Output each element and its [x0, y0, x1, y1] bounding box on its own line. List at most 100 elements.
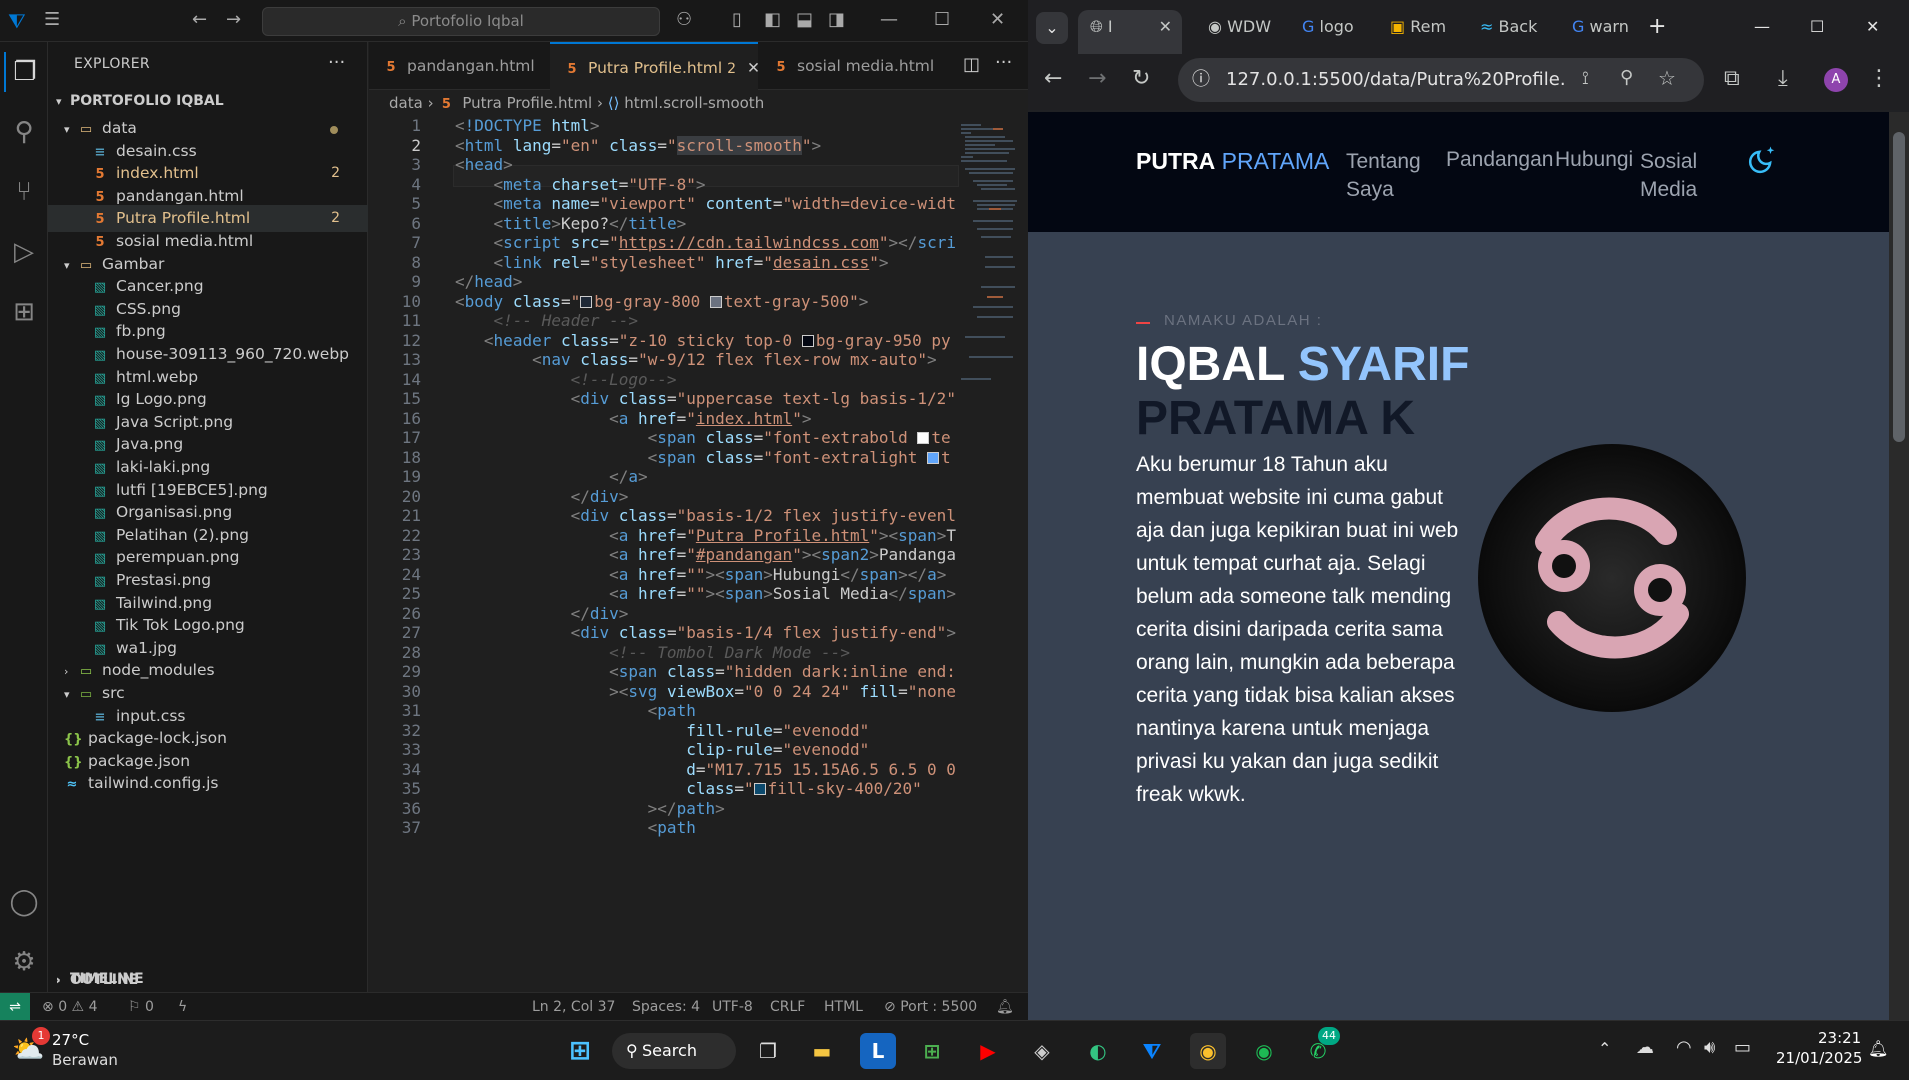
line-number: 26 [401, 603, 421, 623]
task-view-icon[interactable]: ❐ [750, 1033, 786, 1069]
weather-temp[interactable]: 27°C [52, 1031, 89, 1049]
source-control-icon[interactable]: ⑂ [4, 172, 44, 212]
menu-icon[interactable]: ☰ [44, 9, 60, 30]
onedrive-cloud-icon[interactable]: ☁ [1636, 1037, 1654, 1058]
nav-link-pandangan[interactable]: Pandangan [1446, 148, 1553, 172]
breadcrumb-symbol[interactable]: html.scroll-smooth [624, 94, 764, 112]
language-mode[interactable]: HTML [824, 993, 863, 1021]
breadcrumb-folder[interactable]: data [389, 94, 423, 112]
layout-icon[interactable]: ▯ [732, 9, 742, 30]
app-cube-icon[interactable]: ◈ [1024, 1033, 1060, 1069]
chrome-taskbar-icon[interactable]: ◉ [1190, 1033, 1226, 1069]
profile-avatar[interactable]: A [1824, 68, 1848, 92]
bookmark-star-icon[interactable]: ☆ [1658, 66, 1676, 90]
notifications-bell-icon[interactable]: 🔔︎ [996, 993, 1014, 1021]
browser-tab-back[interactable]: ≈ Back [1468, 10, 1554, 44]
back-arrow-icon[interactable]: ← [192, 9, 207, 30]
code-editor[interactable]: 1 2 3 4 5 6 7 8 9 10 11 12 13 14 15 16 17 18 19 20 21 22 23 24 2… [369, 116, 959, 992]
browser-tab-active[interactable]: 🌐︎ I ✕ [1078, 10, 1182, 54]
minimize-icon[interactable]: — [1754, 10, 1770, 44]
nav-link-hubungi[interactable]: Hubungi [1555, 148, 1633, 172]
explorer-icon[interactable]: ❐ [4, 52, 44, 92]
toggle-sidebar-icon[interactable]: ◧ [764, 9, 781, 30]
project-root[interactable]: ▾ PORTOFOLIO IQBAL [48, 88, 368, 115]
close-tab-icon[interactable]: ✕ [1159, 10, 1172, 44]
download-icon[interactable]: ⤓ [1778, 66, 1788, 91]
spotify-icon[interactable]: ◉ [1246, 1033, 1282, 1069]
search-icon[interactable]: ⚲ [4, 112, 44, 152]
tab-putra-profile[interactable]: 5 Putra Profile.html 2 ✕ [550, 42, 760, 90]
address-bar[interactable]: ⓘ 127.0.0.1:5500/data/Putra%20Profile.htm… [1178, 58, 1614, 102]
browser-tab-rem[interactable]: ▣ Rem [1378, 10, 1462, 44]
lightning-icon[interactable]: ϟ [178, 993, 187, 1021]
wifi-icon[interactable]: ◠ [1676, 1037, 1692, 1058]
app-l-icon[interactable]: L [860, 1033, 896, 1069]
forward-icon[interactable]: → [1088, 66, 1106, 91]
site-info-icon[interactable]: ⓘ [1192, 58, 1210, 102]
zoom-icon[interactable]: ⚲ [1620, 67, 1633, 88]
chevron-up-icon[interactable]: ⌃ [1598, 1039, 1611, 1058]
page-scrollbar[interactable] [1889, 112, 1909, 1020]
volume-icon[interactable]: 🔊︎ [1704, 1037, 1715, 1058]
tab-pandangan[interactable]: 5 pandangan.html [369, 42, 549, 90]
maximize-icon[interactable]: ☐ [934, 9, 950, 30]
run-debug-icon[interactable]: ▷ [4, 232, 44, 272]
browser-tab-logo[interactable]: G logo [1290, 10, 1372, 44]
dark-mode-moon-icon[interactable] [1748, 144, 1778, 174]
forward-arrow-icon[interactable]: → [226, 9, 241, 30]
chrome-menu-icon[interactable]: ⋮ [1868, 66, 1890, 91]
indentation[interactable]: Spaces: 4 [632, 993, 700, 1021]
breadcrumb-file[interactable]: Putra Profile.html [462, 94, 592, 112]
copilot-icon[interactable]: ⚇ [676, 9, 692, 30]
microsoft-store-icon[interactable]: ⊞ [914, 1033, 950, 1069]
timeline-section[interactable]: › TIMELINE [48, 966, 368, 993]
edge-icon[interactable]: ◐ [1080, 1033, 1116, 1069]
reload-icon[interactable]: ↻ [1132, 66, 1150, 91]
tab-search-icon[interactable]: ⌄ [1036, 12, 1068, 44]
scrollbar-thumb[interactable] [1893, 132, 1905, 442]
nav-link-sosial-media[interactable]: Sosial Media [1640, 148, 1732, 204]
maximize-icon[interactable]: ☐ [1810, 10, 1824, 44]
live-server-port[interactable]: ⊘ Port : 5500 [884, 993, 977, 1021]
tree-item[interactable]: ≈ tailwind.config.js [48, 770, 368, 797]
extensions-icon[interactable]: ⧉ [1724, 66, 1740, 91]
encoding[interactable]: UTF-8 [712, 993, 753, 1021]
more-actions-icon[interactable]: ··· [995, 52, 1012, 73]
split-editor-icon[interactable]: ◫ [963, 54, 980, 75]
clock-date[interactable]: 21/01/2025 [1776, 1049, 1862, 1067]
ports-indicator[interactable]: ⚐ 0 [128, 993, 154, 1021]
translate-icon[interactable]: ⟟ [1582, 68, 1589, 89]
close-icon[interactable]: ✕ [990, 9, 1005, 30]
tab-sosial-media[interactable]: 5 sosial media.html [759, 42, 939, 90]
cursor-position[interactable]: Ln 2, Col 37 [532, 993, 615, 1021]
notification-bell-icon[interactable]: 🔔︎ [1868, 1039, 1888, 1058]
weather-desc[interactable]: Berawan [52, 1051, 118, 1069]
extensions-icon[interactable]: ⊞ [4, 292, 44, 332]
site-logo[interactable]: PUTRA PRATAMA [1136, 148, 1329, 175]
more-actions-icon[interactable]: ··· [328, 52, 345, 73]
browser-tab-warn[interactable]: G warn [1560, 10, 1646, 44]
settings-gear-icon[interactable]: ⚙ [4, 942, 44, 982]
battery-icon[interactable]: ▭ [1734, 1037, 1751, 1058]
browser-tab-wdw[interactable]: ◉ WDW [1194, 10, 1284, 44]
html-file-icon: 5 [567, 62, 577, 77]
vscode-taskbar-icon[interactable]: ⧨ [1134, 1033, 1170, 1069]
file-explorer-icon[interactable]: ▬ [804, 1033, 840, 1069]
close-window-icon[interactable]: ✕ [1866, 10, 1879, 44]
account-icon[interactable]: ◯ [4, 882, 44, 922]
minimap[interactable] [959, 116, 1019, 416]
weather-widget[interactable]: ⛅ 1 [12, 1027, 50, 1067]
line-ending[interactable]: CRLF [770, 993, 805, 1021]
windows-start-icon[interactable]: ⊞ [562, 1033, 598, 1069]
taskbar-search[interactable]: ⚲ Search [612, 1033, 736, 1069]
problems-indicator[interactable]: ⊗ 0 ⚠ 4 [42, 993, 97, 1021]
command-center-search[interactable]: ⌕ Portofolio Iqbal [262, 7, 660, 36]
back-icon[interactable]: ← [1044, 66, 1062, 91]
minimize-icon[interactable]: — [880, 9, 898, 30]
toggle-panel-icon[interactable]: ⬓ [796, 9, 813, 30]
new-tab-icon[interactable]: + [1648, 10, 1678, 44]
toggle-secondary-sidebar-icon[interactable]: ◨ [828, 9, 845, 30]
clock-time[interactable]: 23:21 [1818, 1029, 1861, 1047]
youtube-icon[interactable]: ▶ [970, 1033, 1006, 1069]
remote-indicator-icon[interactable]: ⇌ [0, 993, 30, 1021]
